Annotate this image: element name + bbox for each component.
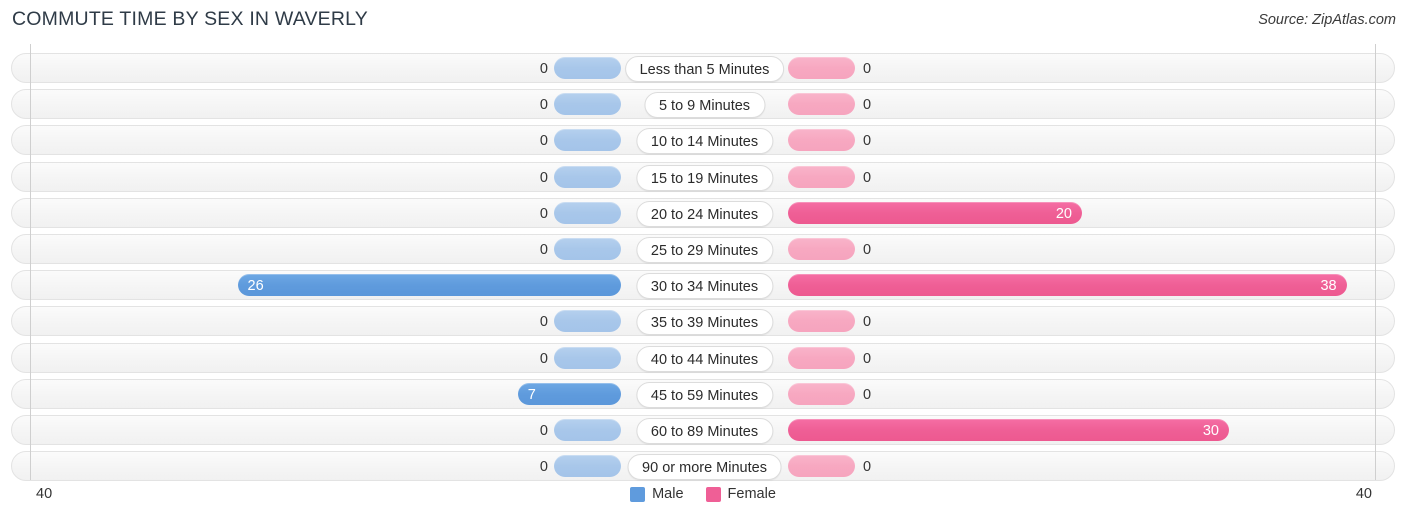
bar-female[interactable] xyxy=(788,165,855,188)
value-label-female: 0 xyxy=(863,61,872,77)
value-label-female: 0 xyxy=(863,350,872,367)
category-label: 90 or more Minutes xyxy=(627,454,782,481)
value-label-female: 0 xyxy=(863,242,872,258)
category-label: Less than 5 Minutes xyxy=(624,56,785,82)
value-label-male: 0 xyxy=(539,350,548,367)
category-label: 20 to 24 Minutes xyxy=(635,200,774,227)
bar-male[interactable] xyxy=(554,310,621,333)
category-label: 60 to 89 Minutes xyxy=(635,418,774,444)
table-row: 0 0 10 to 14 Minutes xyxy=(11,125,1395,156)
bar-male[interactable] xyxy=(554,201,621,224)
bar-female[interactable] xyxy=(788,129,855,152)
category-label: 35 to 39 Minutes xyxy=(635,309,774,336)
table-row: 7 0 45 to 59 Minutes xyxy=(11,378,1395,409)
value-label-male: 0 xyxy=(539,459,548,476)
table-row: 0 0 90 or more Minutes xyxy=(11,451,1395,482)
value-label-female: 0 xyxy=(863,314,872,331)
bar-female[interactable] xyxy=(788,346,855,369)
source-attribution: Source: ZipAtlas.com xyxy=(1258,12,1396,28)
value-label-female: 30 xyxy=(1202,423,1219,439)
bar-female[interactable] xyxy=(788,93,855,116)
value-label-female: 20 xyxy=(1055,205,1072,222)
bar-female[interactable] xyxy=(788,57,855,79)
value-label-male: 0 xyxy=(539,205,548,222)
table-row: 0 0 15 to 19 Minutes xyxy=(11,161,1395,192)
legend-label-male: Male xyxy=(652,486,684,502)
value-label-female: 0 xyxy=(863,133,872,150)
bar-male[interactable] xyxy=(554,346,621,369)
legend-label-female: Female xyxy=(727,486,776,502)
bar-male[interactable] xyxy=(554,93,621,116)
legend-swatch-female-icon xyxy=(705,486,721,502)
category-label: 30 to 34 Minutes xyxy=(635,273,774,300)
value-label-female: 0 xyxy=(863,459,872,476)
value-label-male: 0 xyxy=(539,97,548,114)
bar-male[interactable] xyxy=(554,455,621,478)
category-label: 5 to 9 Minutes xyxy=(643,92,766,119)
value-label-male: 0 xyxy=(539,169,548,186)
bar-female[interactable] xyxy=(788,455,855,478)
legend-item-male[interactable]: Male xyxy=(630,486,684,502)
chart-plot-area: 0 0 Less than 5 Minutes 0 0 5 to 9 Minutes 0 0 1… xyxy=(0,44,1406,482)
category-label: 25 to 29 Minutes xyxy=(635,237,774,263)
table-row: 0 0 Less than 5 Minutes xyxy=(11,53,1395,83)
value-label-male: 0 xyxy=(539,423,548,439)
bar-male[interactable] xyxy=(554,165,621,188)
value-label-female: 0 xyxy=(863,97,872,114)
table-row: 0 30 60 to 89 Minutes xyxy=(11,415,1395,445)
table-row: 0 0 5 to 9 Minutes xyxy=(11,89,1395,120)
value-label-female: 0 xyxy=(863,386,872,403)
bar-female[interactable] xyxy=(788,274,1347,297)
value-label-male: 0 xyxy=(539,61,548,77)
bar-male[interactable] xyxy=(554,57,621,79)
value-label-male: 7 xyxy=(527,386,536,403)
page-title: COMMUTE TIME BY SEX IN WAVERLY xyxy=(12,8,368,30)
value-label-male: 0 xyxy=(539,314,548,331)
legend-item-female[interactable]: Female xyxy=(705,486,776,502)
chart-legend: Male Female xyxy=(0,486,1406,502)
axis-line-right xyxy=(1375,44,1376,480)
table-row: 0 20 20 to 24 Minutes xyxy=(11,197,1395,228)
value-label-male: 0 xyxy=(539,133,548,150)
bar-male[interactable] xyxy=(554,129,621,152)
value-label-female: 38 xyxy=(1320,278,1337,295)
bar-male[interactable] xyxy=(554,238,621,260)
category-label: 10 to 14 Minutes xyxy=(635,128,774,155)
table-row: 26 38 30 to 34 Minutes xyxy=(11,270,1395,301)
bar-female[interactable] xyxy=(788,238,855,260)
chart-footer: 40 40 Male Female xyxy=(0,482,1406,522)
legend-swatch-male-icon xyxy=(630,486,646,502)
table-row: 0 0 25 to 29 Minutes xyxy=(11,234,1395,264)
value-label-male: 0 xyxy=(539,242,548,258)
bar-female[interactable] xyxy=(788,382,855,405)
axis-line-left xyxy=(30,44,31,480)
category-label: 40 to 44 Minutes xyxy=(635,345,774,372)
category-label: 15 to 19 Minutes xyxy=(635,164,774,191)
chart-header: COMMUTE TIME BY SEX IN WAVERLY Source: Z… xyxy=(0,0,1406,42)
value-label-male: 26 xyxy=(247,278,264,295)
value-label-female: 0 xyxy=(863,169,872,186)
category-label: 45 to 59 Minutes xyxy=(635,381,774,408)
table-row: 0 0 35 to 39 Minutes xyxy=(11,306,1395,337)
bar-male[interactable] xyxy=(554,419,621,441)
table-row: 0 0 40 to 44 Minutes xyxy=(11,342,1395,373)
bar-female[interactable] xyxy=(788,310,855,333)
